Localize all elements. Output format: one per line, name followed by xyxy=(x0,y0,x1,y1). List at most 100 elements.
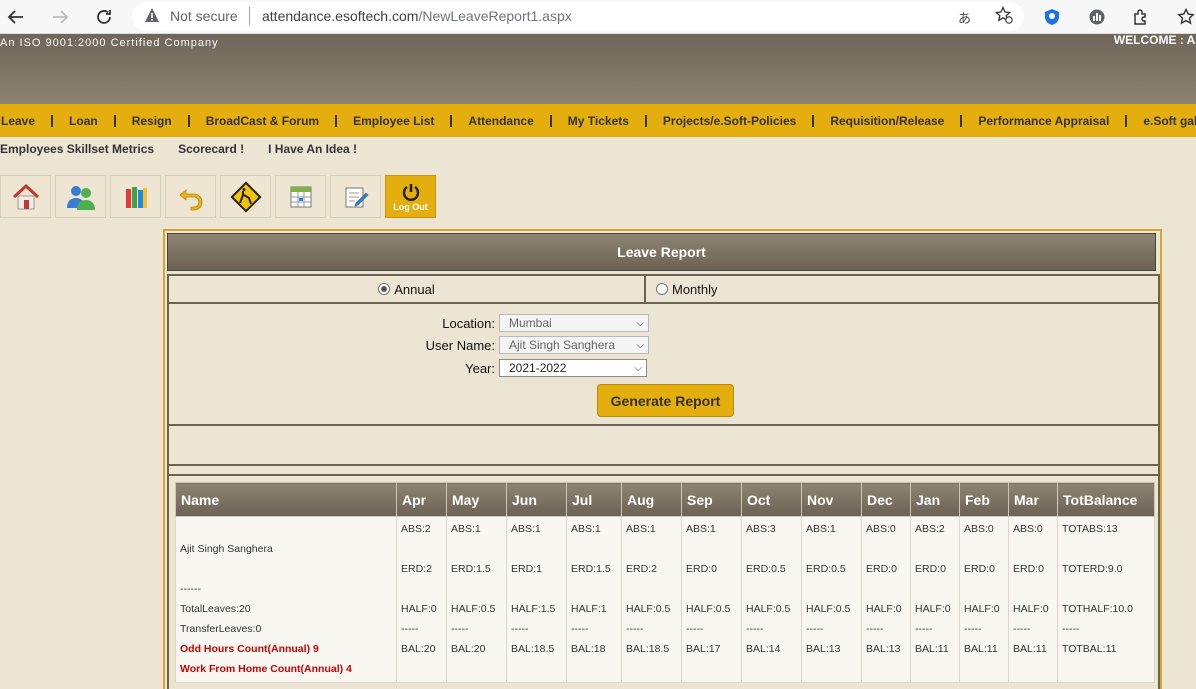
dash-value: ----- xyxy=(401,623,419,635)
panel-title: Leave Report xyxy=(167,233,1156,271)
abs-value: ABS:1 xyxy=(511,523,541,535)
year-select[interactable]: 2021-2022 ⌵ xyxy=(499,359,647,377)
menu-item-requisition-release[interactable]: Requisition/Release xyxy=(812,114,960,127)
username-row: User Name: Ajit Singh Sanghera ⌵ xyxy=(169,336,1158,356)
col-header-jun: Jun xyxy=(506,482,567,517)
month-cell-aug: ABS:1 ERD:2 HALF:0.5 ----- BAL:18.5 xyxy=(621,516,682,683)
abs-value: ABS:3 xyxy=(746,523,776,535)
power-icon xyxy=(402,183,419,201)
warning-sign-icon[interactable] xyxy=(220,175,271,218)
month-cell-sep: ABS:1 ERD:0 HALF:0.5 ----- BAL:17 xyxy=(681,516,742,683)
menu-item-loan[interactable]: Loan xyxy=(51,114,114,127)
bal-value: BAL:11 xyxy=(964,643,998,655)
col-header-nov: Nov xyxy=(801,482,862,517)
books-icon[interactable] xyxy=(110,175,161,218)
annual-label: Annual xyxy=(394,281,435,297)
username-label: User Name: xyxy=(425,338,495,353)
tot-half-value: TOTHALF:10.0 xyxy=(1062,603,1133,615)
month-cell-apr: ABS:2 ERD:2 HALF:0 ----- BAL:20 xyxy=(396,516,447,683)
half-value: HALF:0 xyxy=(401,603,437,615)
location-select[interactable]: Mumbai ⌵ xyxy=(499,314,649,332)
col-header-dec: Dec xyxy=(861,482,911,517)
bal-value: BAL:20 xyxy=(451,643,486,655)
erd-value: ERD:1.5 xyxy=(571,563,611,575)
name-dashes: ------ xyxy=(180,583,201,595)
employee-name: Ajit Singh Sanghera xyxy=(180,543,273,555)
menu-item-projects-policies[interactable]: Projects/e.Soft-Policies xyxy=(644,114,812,127)
shield-icon[interactable] xyxy=(1040,5,1064,29)
menu-item-attendance[interactable]: Attendance xyxy=(450,114,549,127)
edit-icon[interactable] xyxy=(330,175,381,218)
month-cell-nov: ABS:1 ERD:0.5 HALF:0.5 ----- BAL:13 xyxy=(801,516,862,683)
location-value: Mumbai xyxy=(509,316,552,330)
col-header-name: Name xyxy=(175,482,397,517)
menu-item-gallery[interactable]: e.Soft gallery xyxy=(1125,114,1196,127)
logout-label: Log Out xyxy=(393,201,428,212)
performance-icon[interactable] xyxy=(1085,5,1109,29)
col-header-totbalance: TotBalance xyxy=(1057,482,1155,517)
menu-item-employee-list[interactable]: Employee List xyxy=(335,114,450,127)
table-header-row: Name Apr May Jun Jul Aug Sep Oct Nov Dec… xyxy=(175,482,1155,517)
submenu-have-an-idea[interactable]: I Have An Idea ! xyxy=(268,142,357,156)
year-value: 2021-2022 xyxy=(509,361,567,375)
url-text: attendance.esoftech.com/NewLeaveReport1.… xyxy=(262,8,572,24)
address-bar[interactable]: Not secure attendance.esoftech.com/NewLe… xyxy=(132,2,1024,31)
erd-value: ERD:2 xyxy=(626,563,657,575)
annual-radio[interactable] xyxy=(378,283,391,295)
submenu-scorecard[interactable]: Scorecard ! xyxy=(178,142,244,156)
bal-value: BAL:18 xyxy=(571,643,606,655)
col-header-may: May xyxy=(446,482,507,517)
bal-value: BAL:13 xyxy=(866,643,901,655)
menu-item-broadcast-forum[interactable]: BroadCast & Forum xyxy=(187,114,335,127)
month-cell-jun: ABS:1 ERD:1 HALF:1.5 ----- BAL:18.5 xyxy=(506,516,567,683)
favorites-icon[interactable] xyxy=(1174,5,1196,29)
forward-icon[interactable] xyxy=(48,5,72,29)
favorite-add-icon[interactable] xyxy=(994,5,1013,29)
reload-icon[interactable] xyxy=(92,5,116,29)
extensions-icon[interactable] xyxy=(1129,5,1153,29)
report-type-row: Annual Monthly xyxy=(167,274,1160,304)
tot-abs-value: TOTABS:13 xyxy=(1062,523,1118,535)
logout-button[interactable]: Log Out xyxy=(385,175,436,218)
monthly-option[interactable]: Monthly xyxy=(646,276,1158,302)
menu-item-performance-appraisal[interactable]: Performance Appraisal xyxy=(960,114,1125,127)
calendar-icon[interactable] xyxy=(275,175,326,218)
iso-tagline: An ISO 9001:2000 Certified Company xyxy=(0,37,219,49)
translate-icon[interactable]: あ xyxy=(958,8,971,27)
erd-value: ERD:0 xyxy=(866,563,897,575)
home-icon[interactable] xyxy=(0,175,51,218)
month-cell-dec: ABS:0 ERD:0 HALF:0 ----- BAL:13 xyxy=(861,516,911,683)
dash-value: ----- xyxy=(451,623,469,635)
leave-report-panel: Leave Report Annual Monthly Location: Mu… xyxy=(163,229,1162,689)
users-icon[interactable] xyxy=(55,175,106,218)
back-icon[interactable] xyxy=(4,5,28,29)
dash-value: ----- xyxy=(571,623,589,635)
site-header: An ISO 9001:2000 Certified Company WELCO… xyxy=(0,33,1196,104)
chevron-down-icon: ⌵ xyxy=(636,340,644,351)
filter-form: Location: Mumbai ⌵ User Name: Ajit Singh… xyxy=(167,304,1160,426)
monthly-radio[interactable] xyxy=(656,283,668,295)
menu-item-resign[interactable]: Resign xyxy=(113,114,188,127)
abs-value: ABS:1 xyxy=(571,523,601,535)
dash-value: ----- xyxy=(686,623,704,635)
generate-report-button[interactable]: Generate Report xyxy=(597,384,734,417)
dash-value: ----- xyxy=(866,623,884,635)
abs-value: ABS:1 xyxy=(686,523,716,535)
bal-value: BAL:11 xyxy=(915,643,949,655)
address-divider xyxy=(249,7,250,25)
col-header-oct: Oct xyxy=(741,482,802,517)
menu-item-my-tickets[interactable]: My Tickets xyxy=(549,114,645,127)
half-value: HALF:0.5 xyxy=(746,603,791,615)
dash-value: ----- xyxy=(915,623,933,635)
menu-item-leave[interactable]: Leave xyxy=(0,115,51,127)
bal-value: BAL:17 xyxy=(686,643,721,655)
username-select[interactable]: Ajit Singh Sanghera ⌵ xyxy=(499,336,649,354)
annual-option[interactable]: Annual xyxy=(169,276,646,302)
submenu-skillset-metrics[interactable]: Employees Skillset Metrics xyxy=(0,142,154,156)
url-path: /NewLeaveReport1.aspx xyxy=(418,8,572,24)
odd-hours-count: Odd Hours Count(Annual) 9 xyxy=(180,643,319,655)
undo-icon[interactable] xyxy=(165,175,216,218)
dash-value: ----- xyxy=(626,623,644,635)
col-header-mar: Mar xyxy=(1008,482,1058,517)
half-value: HALF:0.5 xyxy=(806,603,851,615)
